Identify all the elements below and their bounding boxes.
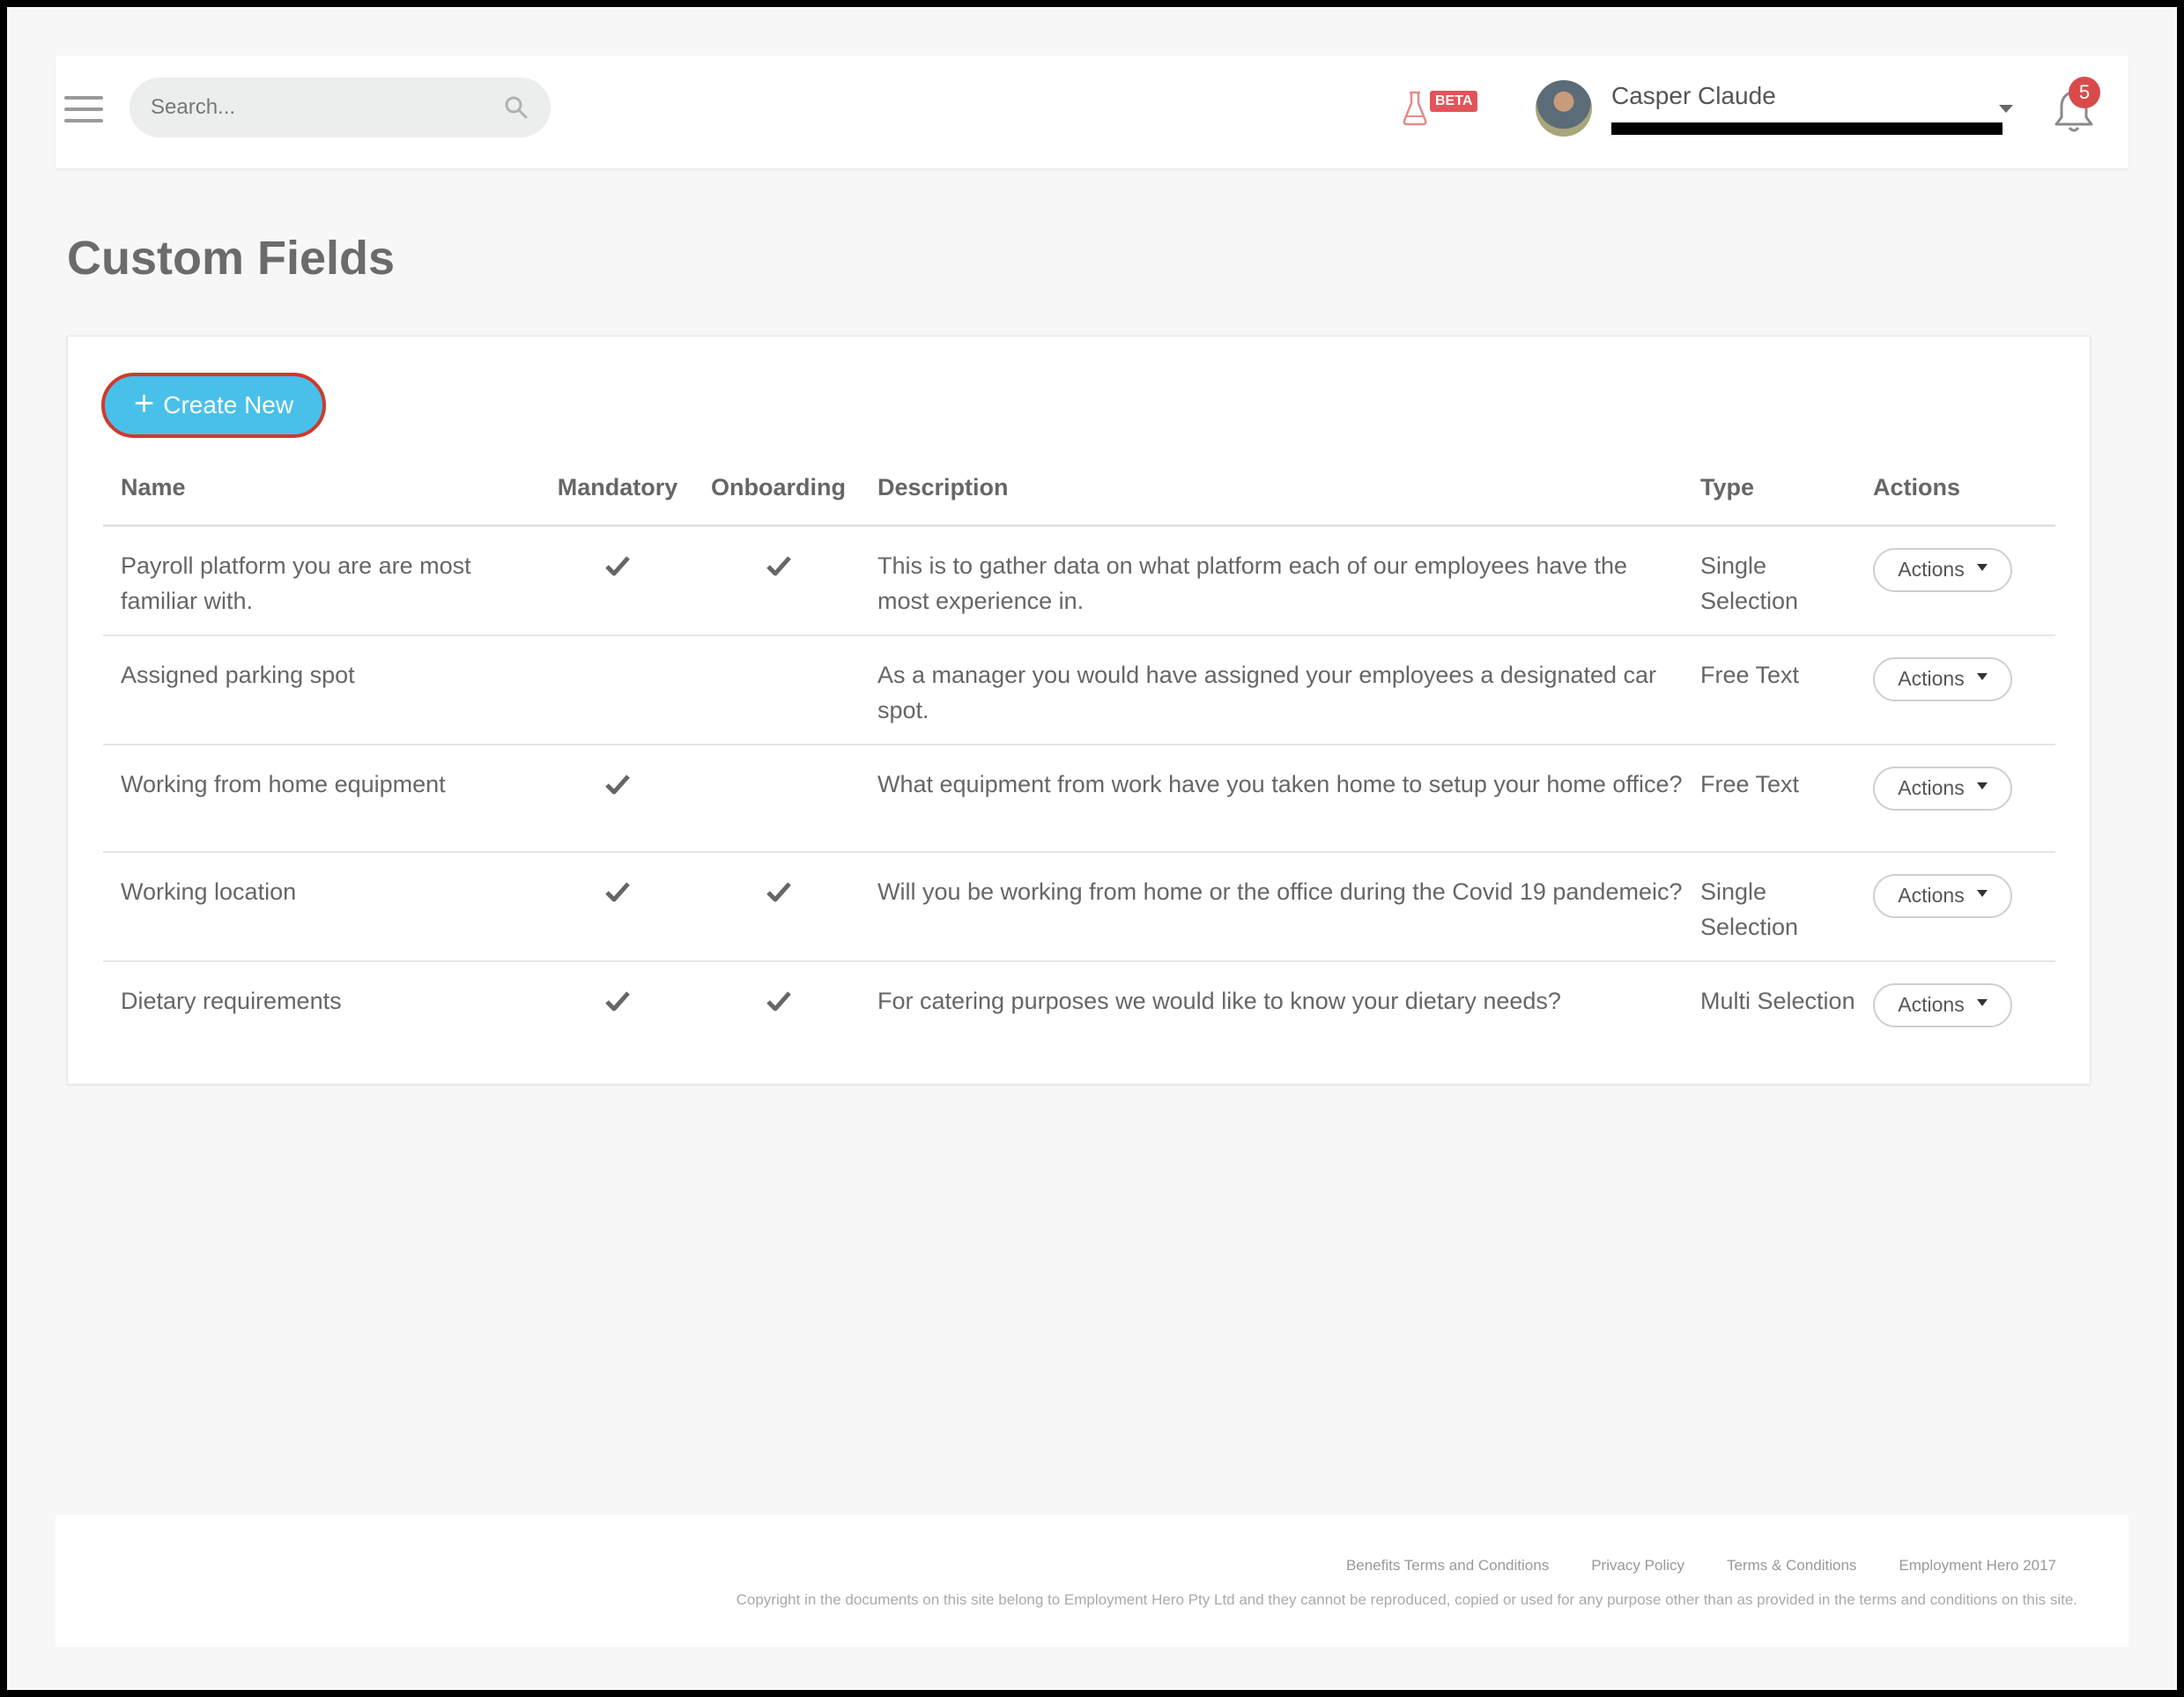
- check-icon: [605, 990, 630, 1011]
- footer-links: Benefits Terms and Conditions Privacy Po…: [1346, 1557, 2056, 1575]
- create-new-button[interactable]: + Create New: [101, 373, 326, 438]
- check-icon: [766, 555, 791, 575]
- field-type: Single Selection: [1683, 525, 1855, 636]
- actions-label: Actions: [1898, 776, 1965, 799]
- actions-dropdown-button[interactable]: Actions: [1873, 982, 2012, 1027]
- column-header-onboarding[interactable]: Onboarding: [697, 451, 860, 527]
- redacted-bar: [1611, 122, 2003, 135]
- column-header-mandatory[interactable]: Mandatory: [538, 451, 697, 527]
- create-new-label: Create New: [163, 391, 294, 419]
- user-name[interactable]: Casper Claude: [1611, 82, 1776, 110]
- mandatory-cell: [538, 961, 697, 1069]
- footer-brand: Employment Hero 2017: [1899, 1557, 2056, 1574]
- column-header-actions: Actions: [1855, 451, 2055, 527]
- onboarding-cell: [697, 851, 860, 962]
- chevron-down-icon[interactable]: [1999, 105, 2013, 113]
- field-description: Will you be working from home or the off…: [860, 851, 1683, 962]
- footer-link-terms-conditions[interactable]: Terms & Conditions: [1727, 1557, 1856, 1575]
- mandatory-cell: [538, 744, 697, 853]
- avatar[interactable]: [1536, 80, 1592, 137]
- field-type: Free Text: [1683, 634, 1855, 745]
- field-description: For catering purposes we would like to k…: [877, 987, 1561, 1014]
- actions-dropdown-button[interactable]: Actions: [1873, 547, 2012, 592]
- actions-dropdown-button[interactable]: Actions: [1873, 656, 2012, 701]
- caret-down-icon: [1976, 998, 1988, 1006]
- check-icon: [605, 774, 630, 794]
- search-icon[interactable]: [503, 94, 529, 121]
- caret-down-icon: [1976, 672, 1988, 680]
- table-header-row: Name Mandatory Onboarding Description Ty…: [103, 451, 2055, 527]
- onboarding-cell: [697, 744, 860, 853]
- table-row: Payroll platform you are are most famili…: [103, 525, 2055, 636]
- actions-cell: Actions: [1855, 851, 2055, 962]
- hamburger-icon[interactable]: [64, 96, 103, 122]
- actions-label: Actions: [1898, 558, 1965, 581]
- search-box: [130, 78, 551, 137]
- mandatory-cell: [538, 851, 697, 962]
- actions-dropdown-button[interactable]: Actions: [1873, 766, 2012, 811]
- table-row: Assigned parking spot As a manager you wo…: [103, 634, 2055, 745]
- top-bar: BETA Casper Claude 5: [56, 56, 2128, 168]
- mandatory-cell: [538, 525, 697, 636]
- field-type: Multi Selection: [1700, 987, 1855, 1014]
- caret-down-icon: [1976, 782, 1988, 789]
- column-header-type[interactable]: Type: [1683, 451, 1855, 527]
- notification-badge: 5: [2069, 77, 2100, 108]
- field-name: Payroll platform you are are most famili…: [103, 525, 538, 636]
- table-row: Working from home equipment What equipmen…: [103, 744, 2055, 853]
- beta-badge: BETA: [1430, 91, 1478, 112]
- beta-features[interactable]: BETA: [1402, 89, 1478, 126]
- page-title: Custom Fields: [67, 232, 396, 285]
- field-name: Working from home equipment: [103, 744, 538, 853]
- flask-icon: [1403, 91, 1427, 126]
- field-type: Free Text: [1683, 744, 1855, 853]
- onboarding-cell: [697, 525, 860, 636]
- actions-cell: Actions: [1855, 525, 2055, 636]
- field-type: Single Selection: [1683, 851, 1855, 962]
- footer-link-benefits-terms[interactable]: Benefits Terms and Conditions: [1346, 1557, 1549, 1575]
- field-name: Dietary requirements: [121, 987, 342, 1014]
- check-icon: [605, 555, 630, 575]
- custom-fields-table: Name Mandatory Onboarding Description Ty…: [103, 451, 2055, 1069]
- app-window: BETA Casper Claude 5 Custom Fields + Cre…: [7, 7, 2177, 1690]
- actions-label: Actions: [1898, 993, 1965, 1016]
- field-description: What equipment from work have you taken …: [860, 744, 1683, 853]
- footer-link-privacy-policy[interactable]: Privacy Policy: [1591, 1557, 1684, 1575]
- search-input[interactable]: [151, 95, 503, 120]
- check-icon: [766, 881, 791, 901]
- actions-cell: Actions: [1855, 744, 2055, 853]
- actions-label: Actions: [1898, 667, 1965, 690]
- footer-copyright: Copyright in the documents on this site …: [736, 1591, 2077, 1608]
- custom-fields-card: + Create New Name Mandatory Onboarding D…: [67, 336, 2091, 1085]
- caret-down-icon: [1976, 889, 1988, 897]
- column-header-description[interactable]: Description: [860, 451, 1683, 527]
- field-name: Assigned parking spot: [103, 634, 538, 745]
- check-icon: [766, 990, 791, 1011]
- table-row: Dietary requirements For catering purpose…: [103, 961, 2055, 1069]
- mandatory-cell: [538, 634, 697, 745]
- actions-label: Actions: [1898, 884, 1965, 907]
- field-name: Working location: [103, 851, 538, 962]
- field-description: This is to gather data on what platform …: [860, 525, 1683, 636]
- actions-dropdown-button[interactable]: Actions: [1873, 873, 2012, 918]
- onboarding-cell: [697, 961, 860, 1069]
- plus-icon: +: [133, 384, 155, 423]
- table-row: Working location Will you be working from…: [103, 851, 2055, 962]
- column-header-name[interactable]: Name: [103, 451, 538, 527]
- field-description: As a manager you would have assigned you…: [860, 634, 1683, 745]
- actions-cell: Actions: [1855, 961, 2055, 1069]
- footer: Benefits Terms and Conditions Privacy Po…: [56, 1515, 2128, 1647]
- actions-cell: Actions: [1855, 634, 2055, 745]
- onboarding-cell: [697, 634, 860, 745]
- caret-down-icon: [1976, 563, 1988, 571]
- check-icon: [605, 881, 630, 901]
